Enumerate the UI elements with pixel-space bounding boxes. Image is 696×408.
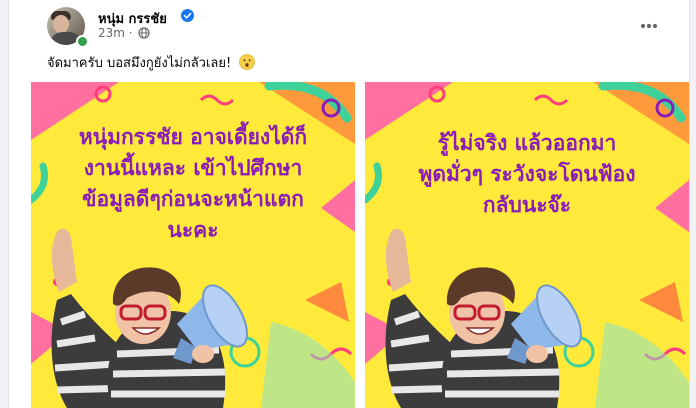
post-meta: 23m · xyxy=(98,26,151,40)
image-2-text: รู้ไม่จริง แล้วออกมา พูดมั่วๆ ระวังจะโดน… xyxy=(418,131,636,217)
hushed-face-emoji-icon xyxy=(239,54,256,70)
post-image-2[interactable]: รู้ไม่จริง แล้วออกมา พูดมั่วๆ ระวังจะโดน… xyxy=(365,82,689,408)
more-options-icon xyxy=(640,23,658,29)
post-media-grid: หนุ่มกรรชัย อาจเดี้ยงได้ก็ งานนี้แหละ เข… xyxy=(31,82,689,408)
post-image-1[interactable]: หนุ่มกรรชัย อาจเดี้ยงได้ก็ งานนี้แหละ เข… xyxy=(31,82,355,408)
verified-badge-icon xyxy=(181,9,194,22)
facebook-post: หนุ่ม กรรชัย 23m · จัดมาครับ บอสมึงกูยัง… xyxy=(8,0,690,408)
image-1-text: หนุ่มกรรชัย อาจเดี้ยงได้ก็ งานนี้แหละ เข… xyxy=(78,125,308,242)
caption-text: จัดมาครับ บอสมึงกูยังไม่กลัวเลย! xyxy=(47,56,232,71)
post-header: หนุ่ม กรรชัย 23m · xyxy=(9,0,689,48)
post-time[interactable]: 23m xyxy=(98,26,125,40)
more-options-button[interactable] xyxy=(635,12,663,40)
post-caption: จัดมาครับ บอสมึงกูยังไม่กลัวเลย! xyxy=(47,52,256,73)
globe-icon[interactable] xyxy=(138,27,151,39)
online-status-dot xyxy=(76,35,89,48)
